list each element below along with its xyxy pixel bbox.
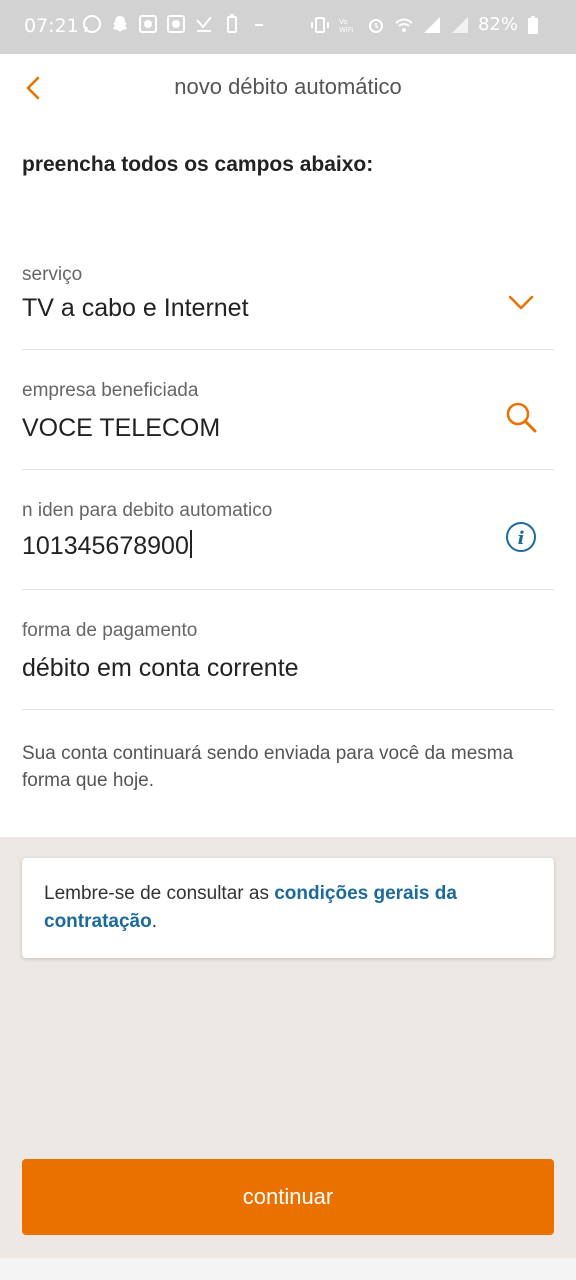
- download-icon: [194, 14, 214, 34]
- alarm-icon: [366, 15, 386, 35]
- service-select[interactable]: serviço TV a cabo e Internet: [22, 230, 554, 350]
- notification-icons: [82, 14, 270, 34]
- whatsapp-icon: [82, 14, 102, 34]
- vowifi-icon: Vo WiFi: [338, 15, 358, 35]
- terms-prefix: Lembre-se de consultar as: [44, 883, 275, 904]
- app-icon: [166, 14, 186, 34]
- dash-icon: [250, 14, 270, 34]
- company-value: VOCE TELECOM: [22, 414, 221, 442]
- battery-saver-icon: [222, 14, 242, 34]
- payment-label: forma de pagamento: [22, 620, 198, 641]
- system-icons: Vo WiFi 82%: [310, 14, 546, 35]
- company-label: empresa beneficiada: [22, 380, 199, 401]
- info-icon[interactable]: i: [504, 520, 538, 554]
- id-number-value: 101345678900: [22, 532, 189, 560]
- id-number-value-wrap: 101345678900: [22, 530, 192, 561]
- svg-text:WiFi: WiFi: [339, 26, 353, 34]
- text-cursor: [189, 530, 192, 558]
- svg-text:i: i: [518, 528, 525, 549]
- company-field[interactable]: empresa beneficiada VOCE TELECOM: [22, 350, 554, 470]
- continue-button[interactable]: continuar: [22, 1159, 554, 1235]
- svg-text:Vo: Vo: [339, 18, 348, 26]
- id-number-label: n iden para debito automatico: [22, 500, 273, 521]
- battery-icon: [526, 15, 546, 35]
- account-note: Sua conta continuará sendo enviada para …: [22, 743, 514, 791]
- signal-icon: [422, 15, 442, 35]
- page-title: novo débito automático: [174, 74, 402, 99]
- app-icon: [138, 14, 158, 34]
- service-value: TV a cabo e Internet: [22, 294, 249, 322]
- chevron-down-icon[interactable]: [504, 286, 538, 320]
- vibrate-icon: [310, 15, 330, 35]
- navigation-bar: [0, 1258, 576, 1280]
- battery-percentage: 82%: [477, 14, 518, 35]
- app-header: novo débito automático: [0, 54, 576, 124]
- terms-card: Lembre-se de consultar as condições gera…: [22, 858, 554, 958]
- status-time: 07:21: [24, 15, 79, 37]
- wifi-icon: [394, 15, 414, 35]
- signal-icon: [450, 15, 470, 35]
- payment-value: débito em conta corrente: [22, 654, 299, 682]
- terms-suffix: .: [151, 911, 157, 932]
- form-instruction: preencha todos os campos abaixo:: [22, 153, 374, 176]
- service-label: serviço: [22, 264, 83, 285]
- search-icon[interactable]: [504, 400, 538, 434]
- id-number-input[interactable]: n iden para debito automatico 1013456789…: [22, 470, 554, 590]
- payment-field[interactable]: forma de pagamento débito em conta corre…: [22, 590, 554, 710]
- status-bar: 07:21 Vo WiFi 82%: [0, 0, 576, 54]
- snapchat-icon: [110, 14, 130, 34]
